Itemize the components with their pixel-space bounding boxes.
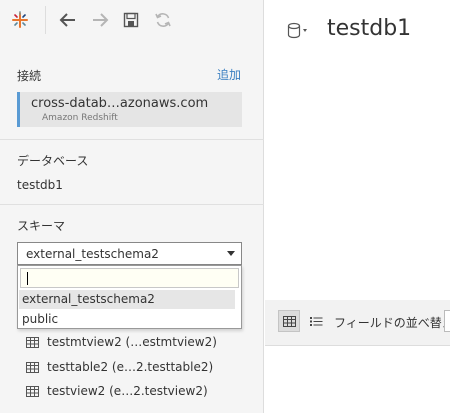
database-cylinder-icon[interactable] <box>287 22 309 43</box>
database-label: データベース <box>17 154 89 168</box>
grid-view-icon[interactable] <box>278 310 300 332</box>
connection-type: Amazon Redshift <box>42 113 118 123</box>
schema-option[interactable]: external_testschema2 <box>19 290 235 309</box>
toolbar-separator <box>45 6 46 34</box>
toolbar <box>0 0 264 40</box>
table-grid-icon <box>26 385 39 397</box>
main-panel: testdb1 フィールドの並べ替え <box>265 0 450 413</box>
connection-name: cross-datab…azonaws.com <box>31 96 209 111</box>
schema-search-input[interactable] <box>20 268 239 288</box>
table-item-label: testview2 (e…2.testview2) <box>47 384 208 398</box>
add-connection-link[interactable]: 追加 <box>217 66 241 83</box>
schema-dropdown: external_testschema2 public <box>17 265 242 329</box>
table-item[interactable]: testtable2 (e…2.testtable2) <box>26 358 213 376</box>
tableau-logo-icon[interactable] <box>8 8 32 32</box>
table-item-label: testtable2 (e…2.testtable2) <box>47 360 214 374</box>
table-grid-icon <box>26 361 39 373</box>
data-source-sidebar: 接続 追加 cross-datab…azonaws.com Amazon Red… <box>0 0 264 413</box>
schema-option[interactable]: public <box>19 310 235 329</box>
refresh-icon[interactable] <box>151 8 175 32</box>
sort-fields-select[interactable] <box>444 310 450 332</box>
sort-fields-label: フィールドの並べ替え <box>334 316 450 330</box>
table-grid-icon <box>26 336 39 348</box>
view-toolbar: フィールドの並べ替え <box>265 300 450 346</box>
forward-arrow-icon[interactable] <box>88 8 112 32</box>
schema-selected-value: external_testschema2 <box>26 247 159 261</box>
connection-label: 接続 <box>17 69 42 83</box>
table-item[interactable]: testmtview2 (…estmtview2) <box>26 333 217 351</box>
divider <box>0 204 264 205</box>
table-item[interactable]: testview2 (e…2.testview2) <box>26 382 208 400</box>
divider <box>0 139 264 140</box>
schema-label: スキーマ <box>17 219 66 233</box>
page-title: testdb1 <box>327 16 412 41</box>
database-value[interactable]: testdb1 <box>17 178 63 192</box>
schema-select[interactable]: external_testschema2 <box>17 242 242 265</box>
save-icon[interactable] <box>119 8 143 32</box>
table-item-label: testmtview2 (…estmtview2) <box>47 335 217 349</box>
connection-item[interactable]: cross-datab…azonaws.com Amazon Redshift <box>17 92 242 127</box>
back-arrow-icon[interactable] <box>56 8 80 32</box>
text-cursor <box>27 272 28 285</box>
dropdown-arrow-icon[interactable] <box>221 243 241 264</box>
list-view-icon[interactable] <box>305 310 327 332</box>
